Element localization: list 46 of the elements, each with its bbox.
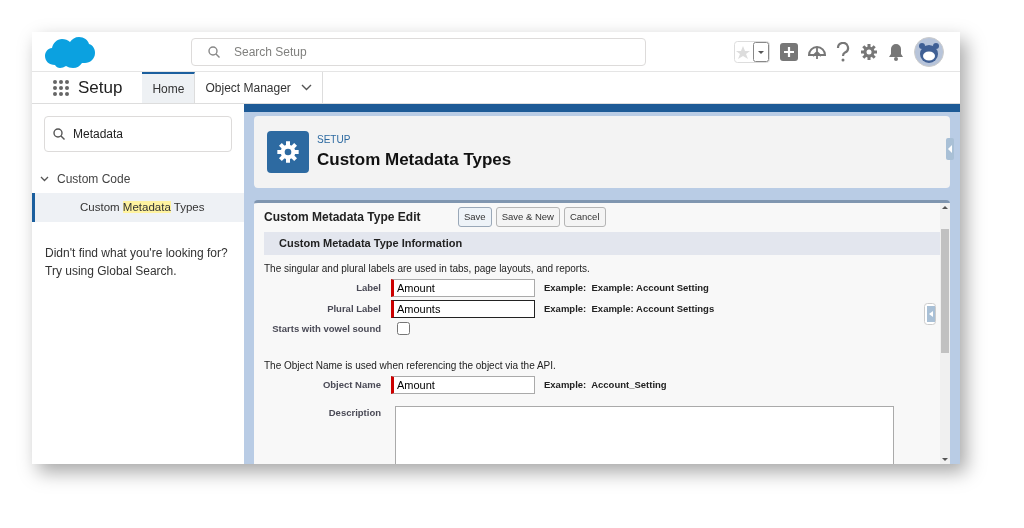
form-title: Custom Metadata Type Edit <box>264 209 422 227</box>
field-label: Description <box>327 406 382 420</box>
field-label: Label <box>355 280 382 295</box>
search-field[interactable]: Search Setup <box>191 37 646 66</box>
search-icon <box>208 45 220 58</box>
page-title: Custom Metadata Types <box>317 148 512 171</box>
help-text: Didn't find what you're looking for? <box>45 245 229 263</box>
add-icon[interactable] <box>780 42 798 61</box>
example-text: Example: Account_Setting <box>544 377 667 392</box>
chevron-down-icon <box>40 176 49 182</box>
example-text: Example: Example: Account Setting <box>544 280 709 295</box>
checkbox[interactable] <box>397 322 410 336</box>
favorites-star-button[interactable] <box>734 40 770 63</box>
save-new-button[interactable]: Save & New <box>495 207 560 228</box>
breadcrumb-label: SETUP <box>317 132 352 147</box>
tree-item[interactable]: Custom Metadata Types <box>32 193 244 223</box>
help-text: The Object Name is used when referencing the object via the API. <box>264 359 557 373</box>
scrollbar[interactable] <box>940 203 950 464</box>
field-label: Starts with vowel sound <box>271 321 382 336</box>
quick-find-field[interactable]: Metadata <box>44 116 232 152</box>
cancel-button[interactable]: Cancel <box>563 207 606 228</box>
app-launcher-icon[interactable] <box>52 78 70 97</box>
search-icon <box>53 128 65 140</box>
help-icon[interactable] <box>836 41 850 62</box>
settings-icon <box>267 131 309 173</box>
save-button[interactable]: Save <box>458 207 492 228</box>
settings-icon[interactable] <box>860 42 878 61</box>
help-text: Try using Global Search. <box>45 263 178 281</box>
tree-group[interactable]: Custom Code <box>32 152 131 193</box>
avatar-icon[interactable] <box>914 36 944 67</box>
app-name: Setup <box>77 76 124 99</box>
chevron-down-icon <box>300 84 312 91</box>
text-input[interactable]: Amounts <box>391 299 535 318</box>
side-panel-toggle-icon[interactable] <box>946 138 954 160</box>
example-text: Example: Example: Account Settings <box>544 301 715 316</box>
text-input[interactable]: Amount <box>391 376 535 394</box>
section-header: Custom Metadata Type Information <box>264 232 940 255</box>
cloud-logo <box>45 34 95 69</box>
nav-tab[interactable]: Home <box>142 72 196 103</box>
help-text: The singular and plural labels are used in tabs, page layouts, and reports. <box>264 261 591 276</box>
description-field[interactable] <box>395 406 894 464</box>
field-label: Plural Label <box>326 301 382 316</box>
bell-icon[interactable] <box>888 42 904 61</box>
text-input[interactable]: Amount <box>391 278 535 297</box>
field-label: Object Name <box>321 377 382 392</box>
side-panel-toggle-icon[interactable] <box>924 303 936 325</box>
